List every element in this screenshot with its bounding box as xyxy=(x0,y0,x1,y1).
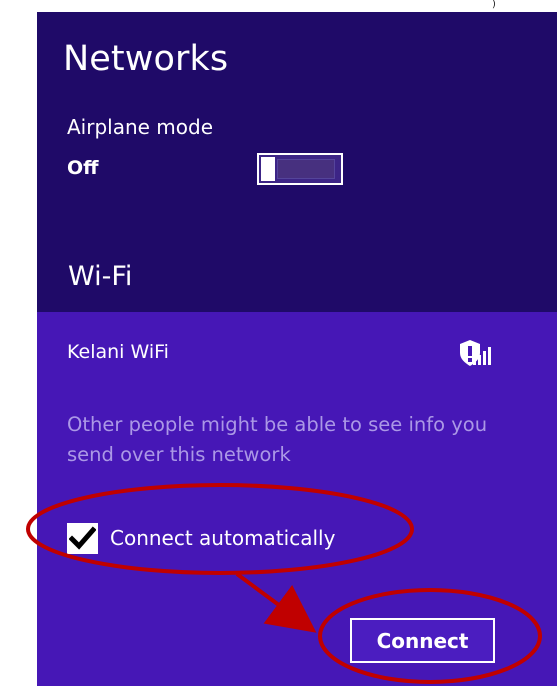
airplane-toggle-knob[interactable] xyxy=(261,157,275,181)
secured-wifi-signal-icon xyxy=(460,340,491,366)
network-name[interactable]: Kelani WiFi xyxy=(67,341,169,363)
airplane-mode-state: Off xyxy=(67,157,99,179)
checkmark-icon xyxy=(69,525,96,550)
top-clipped-glyph: ) xyxy=(492,0,496,10)
wifi-section-title: Wi-Fi xyxy=(68,261,133,292)
networks-flyout-panel: Networks Airplane mode Off Wi-Fi Kelani … xyxy=(37,12,557,686)
connect-automatically-checkbox[interactable] xyxy=(67,522,98,554)
screenshot-stage: ) Networks Airplane mode Off Wi-Fi Kelan… xyxy=(0,0,557,686)
airplane-mode-toggle[interactable] xyxy=(257,153,343,185)
airplane-toggle-track xyxy=(277,159,335,179)
networks-title: Networks xyxy=(63,39,229,79)
connect-button[interactable]: Connect xyxy=(350,618,495,663)
connect-automatically-label: Connect automatically xyxy=(110,526,336,550)
airplane-mode-label: Airplane mode xyxy=(67,115,214,139)
top-white-strip xyxy=(0,0,557,12)
network-security-warning: Other people might be able to see info y… xyxy=(67,413,488,466)
connect-automatically-row[interactable]: Connect automatically xyxy=(67,521,335,555)
